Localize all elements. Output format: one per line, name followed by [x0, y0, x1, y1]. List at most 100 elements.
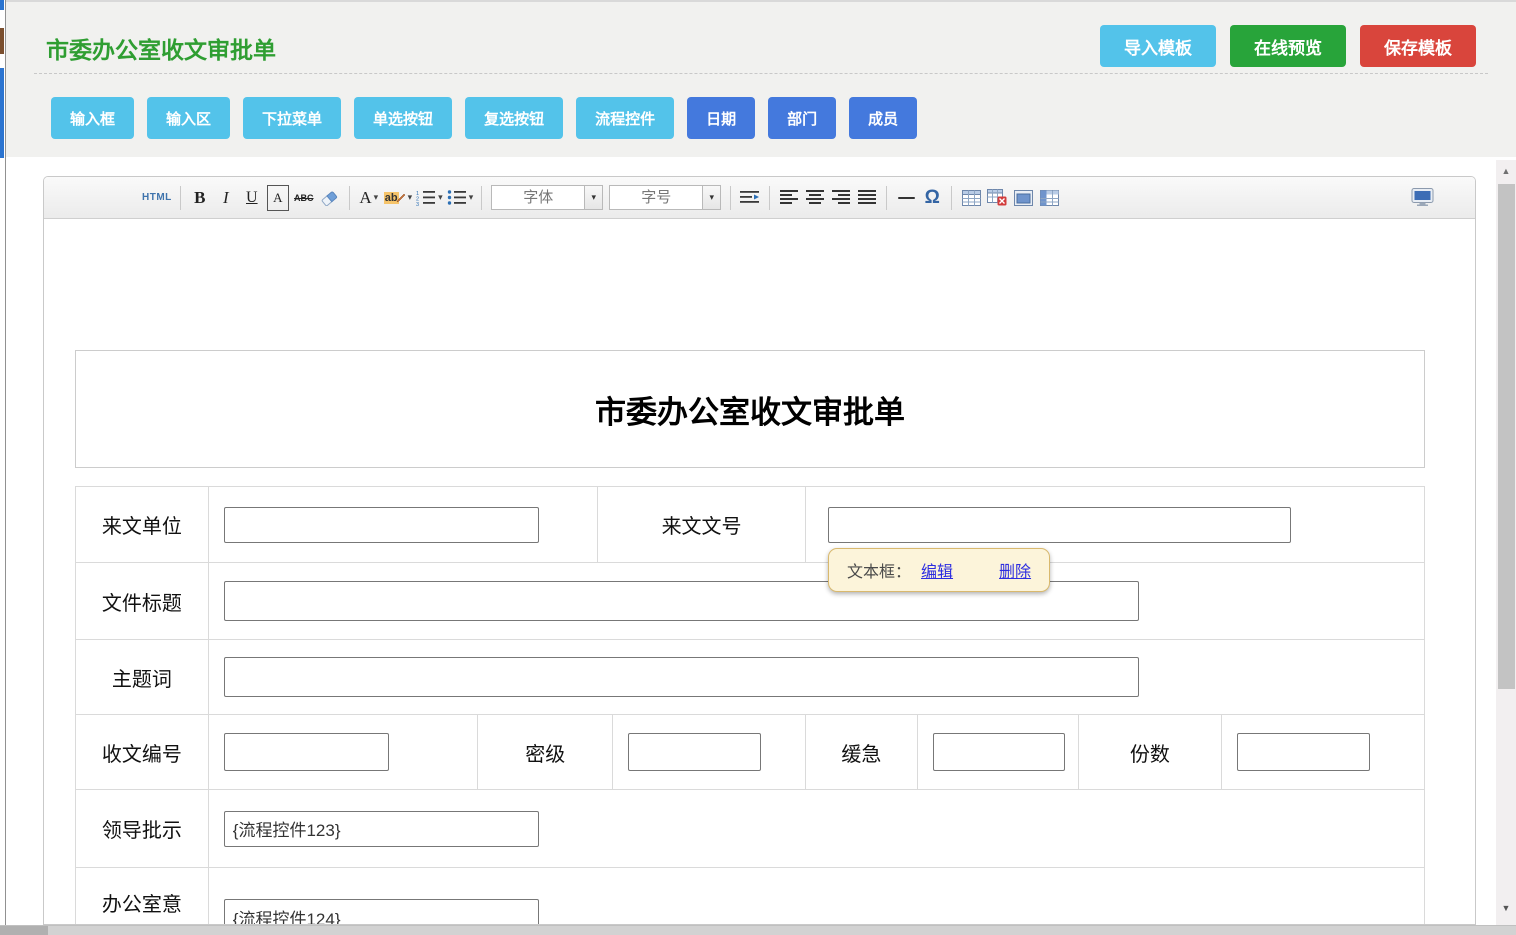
svg-text:3: 3 [416, 202, 419, 206]
add-member-button[interactable]: 成员 [849, 97, 917, 139]
table-cell [208, 790, 1424, 867]
zhutici-input[interactable] [224, 657, 1139, 697]
control-tooltip: 文本框： 编辑 删除 [828, 548, 1050, 592]
font-size-select[interactable]: 字号 ▾ [609, 185, 721, 210]
chevron-down-icon[interactable]: ▾ [702, 186, 720, 209]
page-title: 市委办公室收文审批单 [46, 31, 276, 65]
add-dropdown-menu-button[interactable]: 下拉菜单 [243, 97, 341, 139]
laiwen-wenhao-label: 来文文号 [597, 487, 805, 562]
add-radio-button-button[interactable]: 单选按钮 [354, 97, 452, 139]
add-date-button[interactable]: 日期 [687, 97, 755, 139]
unordered-list-icon[interactable]: ▾ [447, 185, 474, 211]
huanji-label: 缓急 [805, 715, 917, 789]
add-department-button[interactable]: 部门 [768, 97, 836, 139]
tooltip-label: 文本框： [847, 558, 911, 582]
online-preview-button[interactable]: 在线预览 [1230, 25, 1346, 67]
chevron-down-icon: ▾ [408, 192, 413, 203]
form-table: 来文单位 来文文号 文件标题 主题词 [75, 486, 1425, 925]
zhutici-label: 主题词 [76, 640, 208, 714]
align-right-icon[interactable] [830, 185, 852, 211]
table-row: 办公室意 [76, 867, 1424, 925]
vertical-scrollbar[interactable]: ▲ ▼ [1496, 160, 1516, 925]
template-actions: 导入模板 在线预览 保存模板 [1100, 25, 1476, 67]
strikethrough-icon[interactable]: ABC [293, 185, 315, 211]
special-character-icon[interactable]: Ω [921, 185, 943, 211]
background-window-sliver [0, 0, 6, 935]
table-row: 来文单位 来文文号 [76, 487, 1424, 562]
scroll-down-arrow-icon[interactable]: ▼ [1496, 903, 1516, 913]
save-template-button[interactable]: 保存模板 [1360, 25, 1476, 67]
toolbar-separator [769, 186, 770, 210]
table-cell [917, 715, 1078, 789]
table-cell [208, 563, 1424, 639]
sliver-segment [0, 68, 4, 158]
delete-control-link[interactable]: 删除 [999, 558, 1031, 582]
fenshu-input[interactable] [1237, 733, 1370, 771]
table-cell [1221, 715, 1424, 789]
align-justify-icon[interactable] [856, 185, 878, 211]
add-input-area-button[interactable]: 输入区 [147, 97, 230, 139]
scrollbar-thumb[interactable] [1498, 184, 1515, 689]
horizontal-scrollbar [0, 925, 1516, 935]
font-family-select[interactable]: 字体 ▾ [491, 185, 603, 210]
table-properties-icon[interactable] [1038, 185, 1060, 211]
editor-content[interactable]: 市委办公室收文审批单 来文单位 来文文号 文件标题 [44, 219, 1475, 925]
scroll-up-arrow-icon[interactable]: ▲ [1496, 166, 1516, 176]
dashed-divider [34, 73, 1488, 74]
table-row: 文件标题 [76, 562, 1424, 639]
toolbar-separator [886, 186, 887, 210]
lingdao-pishi-label: 领导批示 [76, 790, 208, 867]
lingdao-pishi-input[interactable] [224, 811, 539, 847]
html-source-icon[interactable]: HTML [142, 185, 172, 211]
toolbar-separator [481, 186, 482, 210]
ordered-list-icon[interactable]: 123 ▾ [416, 185, 443, 211]
shouwen-bianhao-input[interactable] [224, 733, 389, 771]
sliver-segment [0, 28, 4, 54]
table-cell [208, 715, 478, 789]
fullscreen-preview-icon[interactable] [1411, 185, 1435, 211]
insert-table-icon[interactable] [960, 185, 982, 211]
edit-control-link[interactable]: 编辑 [921, 558, 953, 582]
bangongshi-yijian-input[interactable] [224, 899, 539, 925]
sliver-segment [0, 0, 4, 10]
huanji-input[interactable] [933, 733, 1065, 771]
eraser-icon[interactable] [319, 185, 341, 211]
font-color-icon[interactable]: A▾ [358, 185, 380, 211]
highlight-color-icon[interactable]: ab▾ [384, 185, 412, 211]
bordered-text-icon[interactable]: A [267, 185, 289, 211]
toolbar-separator [180, 186, 181, 210]
horizontal-scrollbar-thumb[interactable] [0, 926, 48, 935]
fenshu-label: 份数 [1078, 715, 1222, 789]
table-row: 收文编号 密级 缓急 份数 [76, 714, 1424, 789]
indent-icon[interactable] [739, 185, 761, 211]
shouwen-bianhao-label: 收文编号 [76, 715, 208, 789]
italic-icon[interactable]: I [215, 185, 237, 211]
add-input-box-button[interactable]: 输入框 [51, 97, 134, 139]
import-template-button[interactable]: 导入模板 [1100, 25, 1216, 67]
chevron-down-icon[interactable]: ▾ [584, 186, 602, 209]
bold-icon[interactable]: B [189, 185, 211, 211]
rich-text-editor: HTML B I U A ABC A▾ ab▾ 123 ▾ ▾ 字体 ▾ 字号 … [43, 176, 1476, 925]
wenjian-biaoti-label: 文件标题 [76, 563, 208, 639]
miji-label: 密级 [477, 715, 612, 789]
editor-toolbar: HTML B I U A ABC A▾ ab▾ 123 ▾ ▾ 字体 ▾ 字号 … [44, 177, 1475, 219]
add-flow-control-button[interactable]: 流程控件 [576, 97, 674, 139]
underline-icon[interactable]: U [241, 185, 263, 211]
miji-input[interactable] [628, 733, 761, 771]
toolbar-separator [730, 186, 731, 210]
chevron-down-icon: ▾ [438, 192, 443, 203]
laiwen-wenhao-input[interactable] [828, 507, 1291, 543]
table-cell [612, 715, 805, 789]
align-center-icon[interactable] [804, 185, 826, 211]
horizontal-rule-icon[interactable] [895, 185, 917, 211]
cell-properties-icon[interactable] [1012, 185, 1034, 211]
table-cell [208, 487, 597, 562]
add-checkbox-button[interactable]: 复选按钮 [465, 97, 563, 139]
align-left-icon[interactable] [778, 185, 800, 211]
bangongshi-yijian-label: 办公室意 [76, 868, 208, 925]
laiwen-danwei-input[interactable] [224, 507, 539, 543]
table-cell [208, 640, 1424, 714]
delete-table-icon[interactable] [986, 185, 1008, 211]
chevron-down-icon: ▾ [374, 192, 379, 203]
table-row: 主题词 [76, 639, 1424, 714]
